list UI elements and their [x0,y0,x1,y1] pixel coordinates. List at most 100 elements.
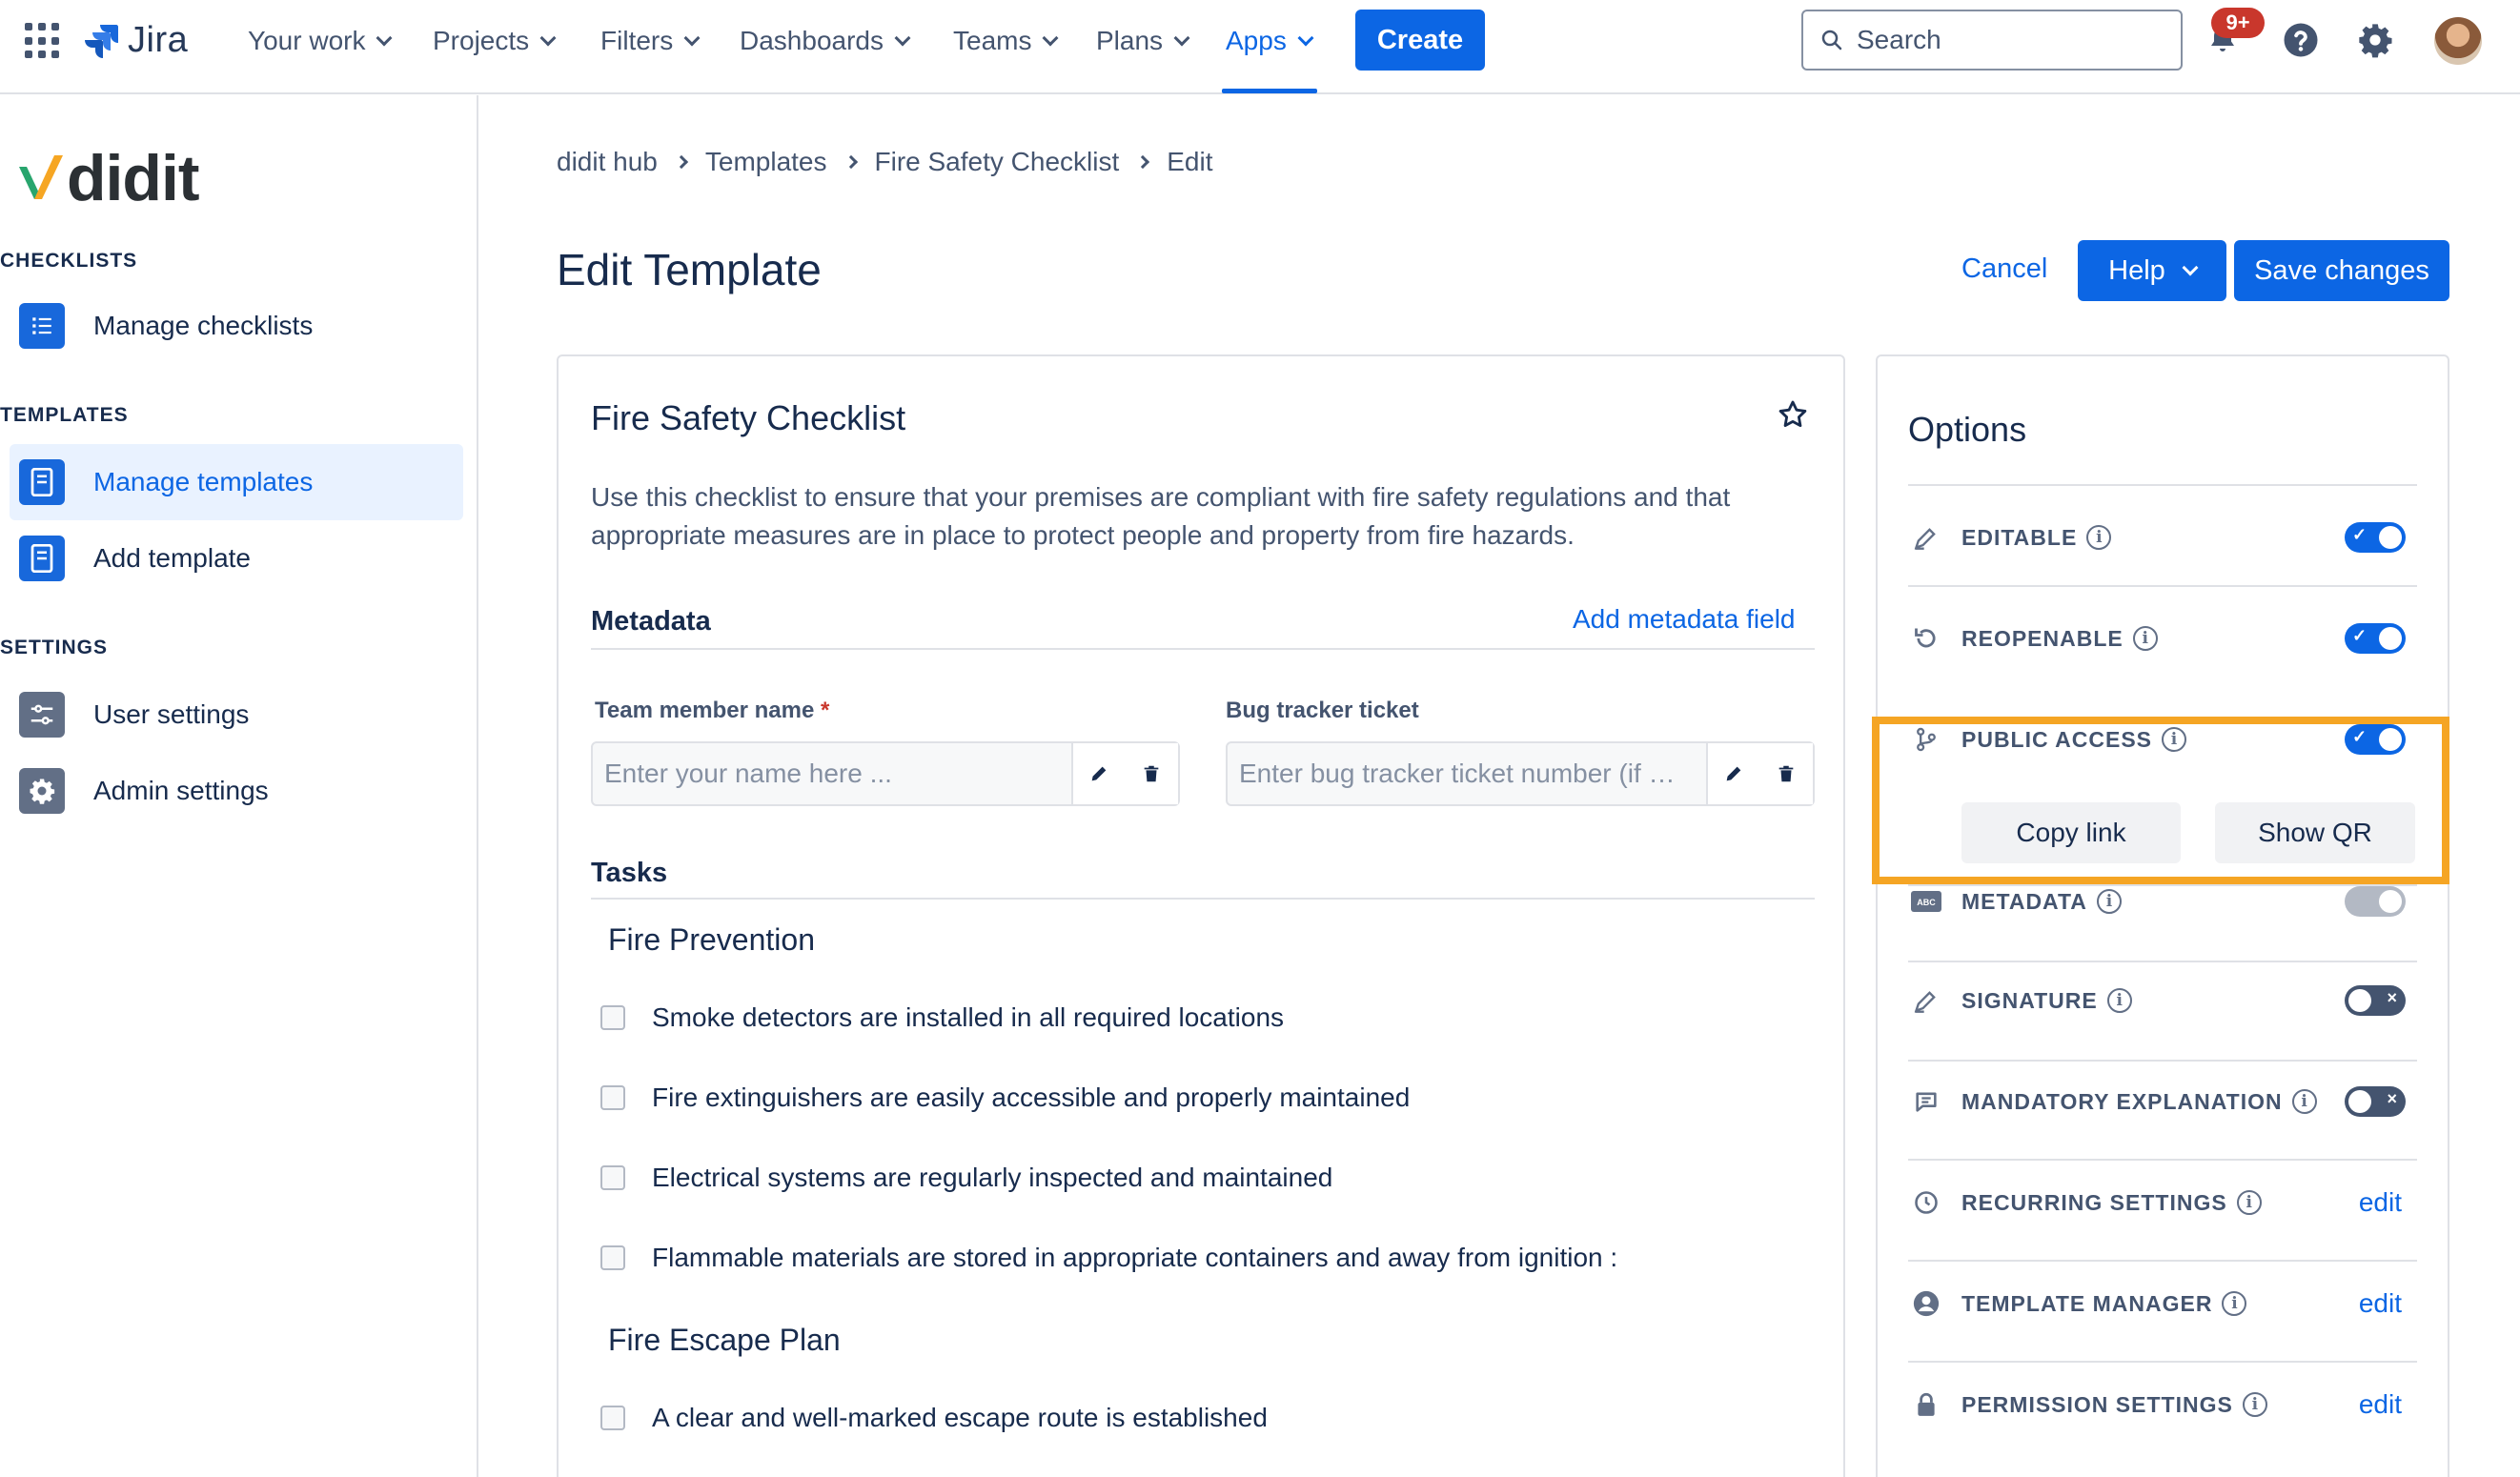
nav-dashboards[interactable]: Dashboards [740,21,911,61]
nav-teams[interactable]: Teams [953,21,1059,61]
reopenable-toggle[interactable]: ✓ [2345,623,2406,654]
close-icon: × [2387,1089,2397,1108]
public-access-highlight [1872,717,2449,884]
star-icon[interactable] [1777,398,1809,435]
task-item[interactable]: A clear and well-marked escape route is … [600,1403,1268,1433]
nav-label: Projects [433,26,530,55]
toggle-knob [2379,890,2402,913]
help-icon-button[interactable] [2278,17,2324,63]
breadcrumb-didit-hub[interactable]: didit hub [557,147,658,177]
task-checkbox[interactable] [600,1406,625,1430]
metadata-heading: Metadata [591,606,711,637]
sidebar-item-user-settings[interactable]: User settings [10,677,463,753]
option-label: REOPENABLE [1961,625,2124,651]
edit-field-button[interactable] [1706,743,1759,804]
info-icon[interactable]: i [2222,1291,2247,1316]
template-manager-edit-link[interactable]: edit [2359,1288,2402,1319]
search-input[interactable] [1857,25,2143,55]
metadata-toggle[interactable] [2345,886,2406,917]
field-label-text: Bug tracker ticket [1226,698,1419,723]
nav-your-work[interactable]: Your work [248,21,393,61]
delete-field-button[interactable] [1125,743,1178,804]
task-item[interactable]: Fire extinguishers are easily accessible… [600,1082,1410,1113]
add-metadata-field-link[interactable]: Add metadata field [1573,604,1796,635]
sidebar-item-admin-settings[interactable]: Admin settings [10,753,463,829]
sidebar-item-add-template[interactable]: Add template [10,520,463,597]
jira-logo[interactable]: Jira [82,17,188,63]
search-box[interactable] [1801,10,2183,71]
nav-filters[interactable]: Filters [600,21,701,61]
task-checkbox[interactable] [600,1085,625,1110]
info-icon[interactable]: i [2086,525,2112,550]
nav-plans[interactable]: Plans [1096,21,1190,61]
help-dropdown-button[interactable]: Help [2078,240,2226,301]
didit-logo-text: didit [67,142,200,214]
jira-logo-icon [85,25,118,58]
bug-tracker-ticket-field: Enter bug tracker ticket number (if … [1226,741,1815,806]
task-group-title[interactable]: Fire Escape Plan [608,1323,841,1358]
app-switcher-icon[interactable] [25,23,61,59]
breadcrumb-templates[interactable]: Templates [705,147,827,177]
task-checkbox[interactable] [600,1245,625,1270]
check-icon: ✓ [2352,626,2368,645]
search-icon [1821,30,1842,51]
info-icon[interactable]: i [2132,626,2158,651]
user-avatar[interactable] [2434,17,2482,65]
create-button[interactable]: Create [1355,10,1485,71]
mandatory-explanation-toggle[interactable]: × [2345,1086,2406,1117]
save-changes-button[interactable]: Save changes [2234,240,2449,301]
settings-button[interactable] [2352,17,2398,63]
sidebar-item-label: Admin settings [93,776,269,805]
sidebar-item-label: Manage templates [93,467,314,496]
task-group-title[interactable]: Fire Prevention [608,922,815,958]
task-checkbox[interactable] [600,1005,625,1030]
signature-toggle[interactable]: × [2345,985,2406,1016]
sidebar-item-manage-templates[interactable]: Manage templates [10,444,463,520]
option-label: TEMPLATE MANAGER [1961,1290,2213,1316]
nav-apps[interactable]: Apps [1226,21,1314,61]
team-member-name-input[interactable]: Enter your name here ... [593,743,1071,804]
info-icon[interactable]: i [2236,1190,2262,1215]
divider [591,648,1815,650]
template-editor-card: Fire Safety Checklist Use this checklist… [557,354,1845,1477]
editable-toggle[interactable]: ✓ [2345,522,2406,553]
task-checkbox[interactable] [600,1165,625,1190]
nav-projects[interactable]: Projects [433,21,557,61]
permission-settings-edit-link[interactable]: edit [2359,1389,2402,1420]
template-description[interactable]: Use this checklist to ensure that your p… [591,478,1801,555]
task-item[interactable]: Flammable materials are stored in approp… [600,1243,1617,1273]
delete-field-button[interactable] [1759,743,1813,804]
pen-icon [1910,984,1942,1017]
chevron-down-icon [376,30,393,47]
comment-icon [1910,1085,1942,1118]
sidebar-item-manage-checklists[interactable]: Manage checklists [10,288,463,364]
template-name[interactable]: Fire Safety Checklist [591,398,905,438]
cancel-button[interactable]: Cancel [1961,253,2047,285]
team-member-name-field: Enter your name here ... [591,741,1180,806]
info-icon[interactable]: i [2096,889,2122,914]
breadcrumb: didit hub Templates Fire Safety Checklis… [557,147,1213,177]
chevron-down-icon [1297,30,1314,47]
bug-tracker-ticket-input[interactable]: Enter bug tracker ticket number (if … [1228,743,1706,804]
checklist-icon [19,303,65,349]
edit-field-button[interactable] [1071,743,1125,804]
recurring-settings-edit-link[interactable]: edit [2359,1187,2402,1218]
required-asterisk: * [821,698,830,723]
info-icon[interactable]: i [2242,1392,2267,1417]
option-signature: SIGNATURE i × [1908,972,2417,1029]
divider [1908,484,2417,486]
option-permission-settings: PERMISSION SETTINGS i edit [1908,1376,2417,1433]
task-item[interactable]: Electrical systems are regularly inspect… [600,1163,1332,1193]
person-icon [1910,1287,1942,1320]
option-label: PERMISSION SETTINGS [1961,1391,2233,1417]
task-text: Flammable materials are stored in approp… [652,1243,1618,1272]
active-nav-indicator [1222,89,1317,93]
jira-logo-text: Jira [128,19,189,60]
task-item[interactable]: Smoke detectors are installed in all req… [600,1002,1284,1033]
info-icon[interactable]: i [2106,988,2132,1013]
divider [1908,1361,2417,1363]
option-reopenable: REOPENABLE i ✓ [1908,610,2417,667]
field-label-bug-tracker: Bug tracker ticket [1226,698,1419,724]
info-icon[interactable]: i [2291,1089,2317,1114]
breadcrumb-template-name[interactable]: Fire Safety Checklist [875,147,1120,177]
